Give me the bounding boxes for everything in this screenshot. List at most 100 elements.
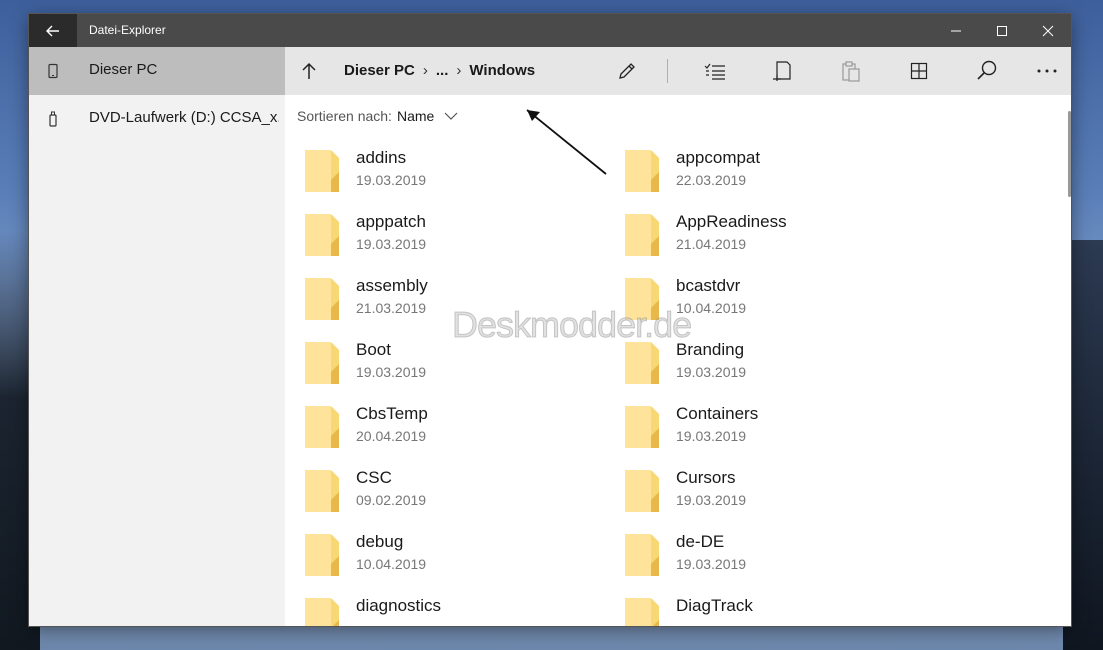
checklist-icon	[704, 63, 725, 80]
file-date: 19.03.2019	[356, 236, 427, 252]
file-date: 19.03.2019	[676, 428, 747, 444]
up-button[interactable]	[285, 47, 333, 95]
more-button[interactable]	[1023, 47, 1071, 95]
sidebar-item-dieser-pc[interactable]: Dieser PC	[29, 47, 285, 95]
folder-icon	[625, 534, 659, 576]
folder-icon	[305, 598, 339, 626]
file-name: Cursors	[676, 468, 736, 487]
file-name: debug	[356, 532, 404, 551]
file-name: AppReadiness	[676, 212, 787, 231]
file-item[interactable]: DiagTrack	[605, 592, 905, 626]
file-explorer-window: Datei-Explorer Dieser PC DVD-Laufwerk (D…	[29, 14, 1071, 626]
file-list-area: Sortieren nach: Name addins 19.03.2019 app…	[285, 95, 1071, 626]
file-name: DiagTrack	[676, 596, 753, 615]
toolbar-divider	[667, 59, 668, 83]
folder-icon	[625, 214, 659, 256]
file-item[interactable]: Cursors 19.03.2019	[605, 464, 905, 520]
file-item[interactable]: diagnostics	[285, 592, 585, 626]
file-date: 19.03.2019	[356, 172, 427, 188]
pencil-icon	[619, 63, 635, 79]
sort-dropdown[interactable]: Sortieren nach: Name	[297, 108, 458, 124]
annotation-arrow-icon	[526, 109, 607, 175]
paste-button[interactable]	[827, 47, 875, 95]
minimize-icon	[951, 30, 961, 31]
folder-icon	[305, 534, 339, 576]
file-name: addins	[356, 148, 407, 167]
file-date: 21.03.2019	[356, 300, 427, 316]
folder-icon	[305, 470, 339, 512]
file-name: de-DE	[676, 532, 725, 551]
paste-icon	[842, 61, 860, 82]
navigation-pane: Dieser PC DVD-Laufwerk (D:) CCSA_x...	[29, 47, 285, 626]
file-item[interactable]: de-DE 19.03.2019	[605, 528, 905, 584]
rename-button[interactable]	[603, 47, 651, 95]
breadcrumb: Dieser PC › ... › Windows	[344, 62, 535, 79]
search-button[interactable]	[963, 47, 1011, 95]
back-arrow-icon	[46, 25, 59, 36]
file-name: diagnostics	[356, 596, 442, 615]
file-item[interactable]: debug 10.04.2019	[285, 528, 585, 584]
file-date: 10.04.2019	[356, 556, 427, 572]
file-item[interactable]: appcompat 22.03.2019	[605, 144, 905, 200]
file-date: 19.03.2019	[676, 492, 747, 508]
file-item[interactable]: Containers 19.03.2019	[605, 400, 905, 456]
file-date: 21.04.2019	[676, 236, 747, 252]
folder-icon	[625, 470, 659, 512]
maximize-icon	[997, 25, 1007, 36]
file-date: 20.04.2019	[356, 428, 427, 444]
select-button[interactable]	[691, 47, 739, 95]
sidebar-item-label: DVD-Laufwerk (D:) CCSA_x...	[89, 109, 279, 126]
close-button[interactable]	[1025, 14, 1071, 47]
file-date: 19.03.2019	[676, 364, 747, 380]
file-name: Containers	[676, 404, 759, 423]
view-button[interactable]	[895, 47, 943, 95]
sidebar-item-label: Dieser PC	[89, 61, 158, 78]
file-item[interactable]: apppatch 19.03.2019	[285, 208, 585, 264]
breadcrumb-separator: ›	[456, 62, 462, 79]
minimize-button[interactable]	[933, 14, 979, 47]
up-arrow-icon	[302, 62, 316, 79]
chevron-down-icon	[444, 112, 458, 120]
grid-view-icon	[910, 62, 928, 80]
file-name: CSC	[356, 468, 392, 487]
file-name: apppatch	[356, 212, 426, 231]
folder-icon	[305, 150, 339, 192]
title-bar: Datei-Explorer	[29, 14, 1071, 47]
close-icon	[1042, 25, 1054, 36]
maximize-button[interactable]	[979, 14, 1025, 47]
search-icon	[977, 60, 997, 80]
file-name: bcastdvr	[676, 276, 741, 295]
breadcrumb-item-dieser-pc[interactable]: Dieser PC	[344, 62, 415, 79]
folder-icon	[625, 598, 659, 626]
new-folder-button[interactable]	[759, 47, 807, 95]
sort-value: Name	[396, 108, 435, 124]
file-name: CbsTemp	[356, 404, 428, 423]
folder-icon	[305, 406, 339, 448]
phone-icon	[48, 63, 58, 79]
file-name: assembly	[356, 276, 428, 295]
folder-icon	[305, 278, 339, 320]
folder-icon	[625, 150, 659, 192]
breadcrumb-separator: ›	[422, 62, 428, 79]
sidebar-item-dvd-drive[interactable]: DVD-Laufwerk (D:) CCSA_x...	[29, 95, 285, 143]
folder-icon	[625, 406, 659, 448]
folder-icon	[305, 214, 339, 256]
window-title: Datei-Explorer	[89, 23, 166, 37]
new-item-icon	[773, 61, 791, 81]
folder-icon	[625, 342, 659, 384]
folder-icon	[305, 342, 339, 384]
sort-label: Sortieren nach:	[297, 108, 392, 124]
file-date: 19.03.2019	[356, 364, 427, 380]
file-item[interactable]: AppReadiness 21.04.2019	[605, 208, 905, 264]
back-button[interactable]	[29, 14, 77, 47]
more-icon	[1037, 69, 1057, 73]
file-item[interactable]: CSC 09.02.2019	[285, 464, 585, 520]
breadcrumb-item-ellipsis[interactable]: ...	[436, 62, 449, 79]
command-bar: Dieser PC › ... › Windows	[285, 47, 1071, 95]
file-item[interactable]: CbsTemp 20.04.2019	[285, 400, 585, 456]
file-date: 09.02.2019	[356, 492, 427, 508]
breadcrumb-item-windows[interactable]: Windows	[469, 62, 535, 79]
file-name: appcompat	[676, 148, 761, 167]
vertical-scrollbar[interactable]	[1068, 111, 1071, 197]
file-name: Boot	[356, 340, 391, 359]
